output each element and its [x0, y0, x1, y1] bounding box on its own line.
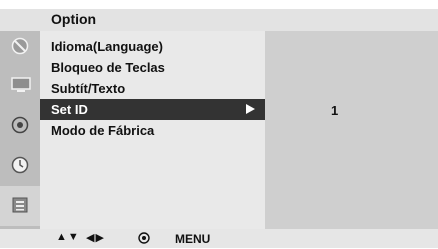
arrow-right-icon [246, 104, 255, 114]
menu-item-language[interactable]: Idioma(Language) [40, 36, 265, 57]
category-sidebar [0, 31, 40, 229]
ok-button-icon [138, 231, 150, 244]
page-title: Option [51, 11, 97, 27]
menu-item-label: Bloqueo de Teclas [51, 60, 165, 75]
menu-item-label: Idioma(Language) [51, 39, 163, 54]
menu-item-key-lock[interactable]: Bloqueo de Teclas [40, 57, 265, 78]
set-id-value[interactable]: 1 [331, 103, 338, 118]
disc-icon[interactable] [7, 113, 33, 139]
menu-item-subtitle-text[interactable]: Subtít/Texto [40, 78, 265, 99]
menu-item-factory-mode[interactable]: Modo de Fábrica [40, 120, 265, 141]
menu-item-label: Subtít/Texto [51, 81, 126, 96]
up-down-arrows-icon: ▲▼ [56, 231, 80, 243]
picture-icon[interactable] [7, 33, 33, 59]
left-right-arrows-icon: ◀▶ [86, 232, 105, 244]
option-menu: Idioma(Language) Bloqueo de Teclas Subtí… [40, 31, 265, 229]
value-panel: 1 [265, 31, 438, 229]
navigation-hints: ▲▼ ◀▶ MENU [0, 229, 438, 248]
menu-item-label: Set ID [51, 102, 88, 117]
osd-screen: Option Idioma(Language) Bloqueo de Tecla… [0, 0, 438, 248]
menu-item-set-id[interactable]: Set ID [40, 99, 265, 120]
menu-hint-label: MENU [175, 232, 211, 246]
option-icon[interactable] [0, 186, 40, 226]
clock-icon[interactable] [7, 153, 33, 179]
menu-header: Option [0, 9, 438, 31]
tv-icon[interactable] [7, 73, 33, 99]
menu-item-label: Modo de Fábrica [51, 123, 155, 138]
